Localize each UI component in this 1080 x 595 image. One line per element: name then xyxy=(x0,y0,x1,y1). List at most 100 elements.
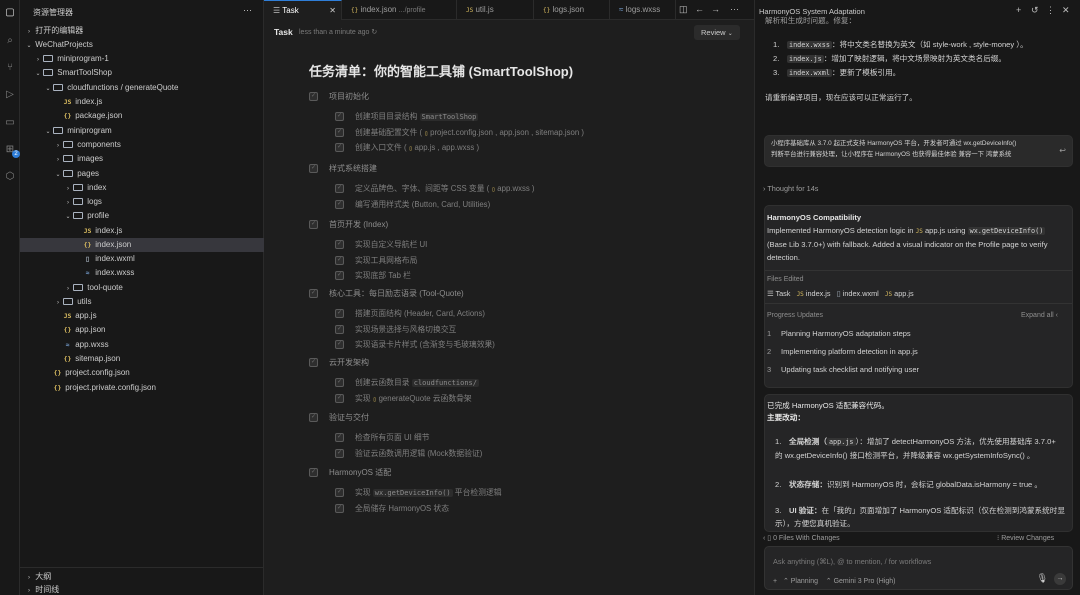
progress-item[interactable]: 3 Updating task checklist and notifying u… xyxy=(767,365,919,374)
chat-input[interactable]: Ask anything (⌘L), @ to mention, / for w… xyxy=(764,546,1073,590)
file-chip-index-wxml[interactable]: ▯ index.wxml xyxy=(837,289,879,298)
file-chip-task[interactable]: ☰ Task xyxy=(767,289,790,298)
ide-window: ▢ ⌕ ⑂ ▷ ▭ ⊞ 2 ⬡ 资源管理器 ··· › 打开的编辑器 ⌄ WeCha… xyxy=(0,0,1080,595)
tab-bar: ☰ Task ✕ {} index.json .../profile JS ut… xyxy=(264,0,754,20)
item-checkbox[interactable]: ✓ xyxy=(335,393,344,403)
tree-folder[interactable]: › index xyxy=(20,181,264,195)
progress-item[interactable]: 2 Implementing platform detection in app.… xyxy=(767,347,918,356)
item-text: 创建云函数目录 xyxy=(355,378,410,387)
more-actions-icon[interactable]: ··· xyxy=(730,4,739,14)
timeline-section[interactable]: › 时间线 xyxy=(25,583,59,595)
folder-icon xyxy=(43,69,53,76)
tree-folder[interactable]: ⌄ SmartToolShop xyxy=(20,66,264,80)
section-checkbox[interactable]: ✓ xyxy=(309,92,318,101)
undo-icon[interactable]: ↩ xyxy=(1059,146,1066,155)
file-chip-app-js[interactable]: JS app.js xyxy=(885,289,914,298)
files-with-changes[interactable]: ‹ ▯ 0 Files With Changes xyxy=(763,532,840,545)
tree-file[interactable]: JS app.js xyxy=(20,309,264,323)
more-actions-icon[interactable]: ··· xyxy=(243,5,252,15)
model-selector[interactable]: ⌃ Gemini 3 Pro (High) xyxy=(826,578,896,585)
tree-folder[interactable]: ⌄ miniprogram xyxy=(20,124,264,138)
tree-file[interactable]: {} project.private.config.json xyxy=(20,381,264,395)
tree-file[interactable]: JS index.js xyxy=(20,95,264,109)
file-link[interactable]: app.js xyxy=(925,226,945,235)
tree-folder[interactable]: › components xyxy=(20,138,264,152)
folder-icon xyxy=(53,127,63,134)
tab-logs-wxss[interactable]: ≈ logs.wxss xyxy=(610,0,676,20)
close-icon[interactable]: ✕ xyxy=(1062,5,1070,16)
microphone-icon[interactable]: 🎙 xyxy=(1037,573,1048,584)
tree-folder[interactable]: › utils xyxy=(20,295,264,309)
plus-icon[interactable]: + xyxy=(1016,5,1021,15)
item-checkbox[interactable]: ✓ xyxy=(335,271,344,280)
run-debug-icon[interactable]: ▷ xyxy=(3,88,17,102)
section-checkbox[interactable]: ✓ xyxy=(309,220,318,229)
item-checkbox[interactable]: ✓ xyxy=(335,127,344,137)
tab-util-js[interactable]: JS util.js xyxy=(457,0,534,20)
review-changes-button[interactable]: ⁝ Review Changes xyxy=(997,532,1054,545)
item-checkbox[interactable]: ✓ xyxy=(335,503,344,513)
item-checkbox[interactable]: ✓ xyxy=(335,340,344,349)
section-checkbox[interactable]: ✓ xyxy=(309,358,318,367)
explorer-icon[interactable]: ▢ xyxy=(3,6,17,20)
outline-section[interactable]: › 大纲 xyxy=(25,570,51,583)
tree-file[interactable]: {} index.json xyxy=(20,238,264,253)
tree-folder[interactable]: › logs xyxy=(20,195,264,209)
close-icon[interactable]: ✕ xyxy=(329,1,336,21)
tree-file[interactable]: ▯ index.wxml xyxy=(20,252,264,266)
history-icon[interactable]: ↻ xyxy=(371,29,377,36)
item-checkbox[interactable]: ✓ xyxy=(335,378,344,387)
item-checkbox[interactable]: ✓ xyxy=(335,184,344,193)
tree-file[interactable]: {} app.json xyxy=(20,323,264,337)
item-checkbox[interactable]: ✓ xyxy=(335,255,344,265)
send-arrow-icon[interactable]: → xyxy=(1054,573,1066,585)
history-icon[interactable]: ↺ xyxy=(1031,5,1039,16)
item-checkbox[interactable]: ✓ xyxy=(335,240,344,249)
item-checkbox[interactable]: ✓ xyxy=(335,143,344,152)
tree-file[interactable]: {} project.config.json xyxy=(20,366,264,380)
review-dropdown[interactable]: Review ⌄ xyxy=(694,25,740,40)
thought-toggle[interactable]: › Thought for 14s xyxy=(763,182,818,195)
tree-file[interactable]: JS index.js xyxy=(20,224,264,238)
section-checkbox[interactable]: ✓ xyxy=(309,289,318,298)
tree-file[interactable]: {} sitemap.json xyxy=(20,352,264,366)
file-chip-index-js[interactable]: JS index.js xyxy=(797,289,831,298)
search-icon[interactable]: ⌕ xyxy=(3,34,17,48)
workspace-root[interactable]: ⌄ WeChatProjects xyxy=(20,38,264,52)
item-checkbox[interactable]: ✓ xyxy=(335,324,344,334)
more-actions-icon[interactable]: ⋮ xyxy=(1046,5,1055,16)
tree-folder[interactable]: ⌄ pages xyxy=(20,167,264,181)
tree-folder[interactable]: ⌄ cloudfunctions / generateQuote xyxy=(20,81,264,95)
package-icon[interactable]: ⬡ xyxy=(3,170,17,184)
item-checkbox[interactable]: ✓ xyxy=(335,112,344,121)
item-checkbox[interactable]: ✓ xyxy=(335,309,344,318)
remote-explorer-icon[interactable]: ▭ xyxy=(3,116,17,130)
tab-task[interactable]: ☰ Task ✕ xyxy=(264,0,342,20)
tree-folder[interactable]: › images xyxy=(20,152,264,166)
mode-selector[interactable]: ⌃ Planning xyxy=(783,578,818,585)
tree-folder[interactable]: › tool-quote xyxy=(20,281,264,295)
forward-arrow-icon[interactable]: → xyxy=(711,4,720,14)
expand-all-button[interactable]: Expand all ‹ xyxy=(1021,312,1058,319)
open-editors-section[interactable]: › 打开的编辑器 xyxy=(20,24,264,38)
progress-item[interactable]: 1 Planning HarmonyOS adaptation steps xyxy=(767,329,911,338)
section-checkbox[interactable]: ✓ xyxy=(309,413,318,422)
tab-logs-json[interactable]: {} logs.json xyxy=(534,0,610,20)
extensions-icon[interactable]: ⊞ 2 xyxy=(3,143,20,158)
tree-file[interactable]: {} package.json xyxy=(20,109,264,123)
tree-folder[interactable]: ⌄ profile xyxy=(20,209,264,223)
section-checkbox[interactable]: ✓ xyxy=(309,164,318,173)
source-control-icon[interactable]: ⑂ xyxy=(3,61,17,75)
tree-file[interactable]: ≈ app.wxss xyxy=(20,338,264,352)
item-checkbox[interactable]: ✓ xyxy=(335,488,344,497)
section-checkbox[interactable]: ✓ xyxy=(309,468,318,477)
split-editor-icon[interactable]: ◫ xyxy=(679,4,688,15)
back-arrow-icon[interactable]: ← xyxy=(695,4,704,14)
tab-index-json[interactable]: {} index.json .../profile xyxy=(342,0,457,20)
item-checkbox[interactable]: ✓ xyxy=(335,433,344,442)
item-checkbox[interactable]: ✓ xyxy=(335,199,344,209)
add-context-icon[interactable]: + xyxy=(773,578,777,585)
item-checkbox[interactable]: ✓ xyxy=(335,448,344,458)
tree-file[interactable]: ≈ index.wxss xyxy=(20,266,264,280)
tree-folder[interactable]: › miniprogram-1 xyxy=(20,52,264,66)
